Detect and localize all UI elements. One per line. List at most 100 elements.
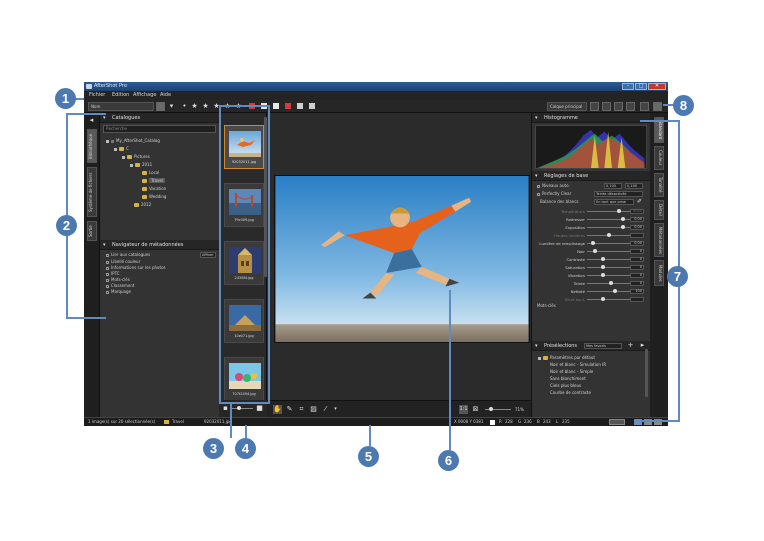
view-split-button[interactable]: [614, 102, 623, 111]
presets-filter-select[interactable]: Mes favoris: [584, 343, 622, 349]
flag-white-icon[interactable]: [273, 103, 279, 109]
layer-select[interactable]: Calque principal: [547, 102, 587, 111]
adjustment-knob[interactable]: [621, 217, 625, 221]
histogram-header[interactable]: ▾ Histogramme: [532, 113, 651, 123]
adjustment-slider-row[interactable]: Vibration 0: [535, 272, 647, 279]
adjustment-slider-row[interactable]: Netteté 100: [535, 288, 647, 295]
adjustment-knob[interactable]: [593, 249, 597, 253]
adjustment-knob[interactable]: [613, 289, 617, 293]
filter-icon[interactable]: ▾: [167, 102, 176, 111]
metadata-nav-header[interactable]: ▾ Navigateur de métadonnées: [100, 240, 219, 250]
adjustment-track[interactable]: [587, 299, 631, 300]
flag-clear-icon[interactable]: [309, 103, 315, 109]
retouch-icon[interactable]: ⁄: [321, 405, 330, 414]
adjustment-knob[interactable]: [591, 241, 595, 245]
view-compare-button[interactable]: [626, 102, 635, 111]
adjustment-slider-row[interactable]: Contraste 0: [535, 256, 647, 263]
adjustment-slider-row[interactable]: Noir 0: [535, 248, 647, 255]
tree-item-vacation[interactable]: Vacation: [142, 185, 166, 192]
adjustment-knob[interactable]: [601, 257, 605, 261]
minimize-button[interactable]: –: [622, 83, 634, 90]
brush-icon[interactable]: ✎: [285, 405, 294, 414]
adjustment-knob[interactable]: [601, 273, 605, 277]
zoom-fill-icon[interactable]: ⊠: [471, 405, 480, 414]
basic-adjustments-header[interactable]: ▾ Réglages de base: [532, 171, 651, 181]
menu-fichier[interactable]: Fichier: [89, 91, 105, 100]
adjustment-slider-row[interactable]: Température 5021: [535, 208, 647, 215]
crop-icon[interactable]: ⌗: [297, 405, 306, 414]
star-2-icon[interactable]: ★: [201, 102, 210, 111]
status-mode-button[interactable]: [609, 419, 625, 425]
adjustment-knob[interactable]: [607, 233, 611, 237]
tree-item-catalog[interactable]: My_AfterShot_Catalog: [106, 137, 160, 144]
sort-direction-button[interactable]: [156, 102, 165, 111]
meta-item-tagging[interactable]: Marquage: [106, 289, 131, 295]
adjustment-slider-row[interactable]: Saturation 0: [535, 264, 647, 271]
view-single-button[interactable]: [590, 102, 599, 111]
perfectly-clear-checkbox[interactable]: Perfectly Clear: [537, 191, 571, 197]
zoom-knob[interactable]: [489, 407, 493, 411]
preset-item[interactable]: Noir et blanc - Simple: [550, 369, 593, 375]
menu-affichage[interactable]: Affichage: [133, 91, 157, 100]
adjustment-knob[interactable]: [601, 265, 605, 269]
tree-item-c[interactable]: C: [114, 145, 129, 152]
adjustment-track[interactable]: [587, 267, 631, 268]
adjustment-slider-row[interactable]: Hautes lumières: [535, 232, 647, 239]
flag-reject-icon[interactable]: [285, 103, 291, 109]
adjustment-track[interactable]: [587, 275, 631, 276]
flag-compare-icon[interactable]: [297, 103, 303, 109]
menu-edition[interactable]: Edition: [112, 91, 129, 100]
tree-item-2012[interactable]: 2012: [134, 201, 151, 208]
preset-item[interactable]: Courbe de contraste: [550, 390, 591, 396]
adjustment-knob[interactable]: [609, 281, 613, 285]
adjustment-knob[interactable]: [617, 209, 621, 213]
auto-levels-checkbox[interactable]: Niveaux auto.: [537, 183, 570, 189]
menu-aide[interactable]: Aide: [160, 91, 171, 100]
preset-item[interactable]: Noir et blanc - Simulation IR: [550, 362, 606, 368]
adjustment-knob[interactable]: [601, 297, 605, 301]
adjustment-slider-row[interactable]: Teinte 0: [535, 280, 647, 287]
auto-levels-low-input[interactable]: 0,100: [604, 183, 622, 189]
pan-hand-icon[interactable]: ✋: [273, 405, 282, 414]
adjustment-knob[interactable]: [621, 225, 625, 229]
view-grid-button[interactable]: [602, 102, 611, 111]
adjustment-track[interactable]: [587, 291, 631, 292]
catalog-search-input[interactable]: Recherche: [103, 125, 216, 133]
adjustment-track[interactable]: [587, 259, 631, 260]
preset-item[interactable]: Sans blanchiment: [550, 376, 586, 382]
thumb-size-knob[interactable]: [237, 406, 241, 410]
tree-item-2011[interactable]: 2011: [130, 161, 152, 168]
white-balance-select[interactable]: En tant que prise: [594, 199, 634, 205]
adjustment-track[interactable]: [587, 211, 631, 212]
preset-folder-default[interactable]: Paramètres par défaut: [538, 354, 595, 361]
straighten-icon[interactable]: ▨: [309, 405, 318, 414]
refine-button[interactable]: Affiner: [200, 252, 216, 258]
adjustment-slider-row[interactable]: Bruit boul.: [535, 296, 647, 303]
rating-dot-icon[interactable]: •: [180, 102, 189, 111]
link-catalogs-checkbox[interactable]: Lier aux catalogues: [106, 252, 150, 258]
close-button[interactable]: ✕: [648, 83, 666, 90]
status-coords: X 0008 Y 0381: [454, 419, 484, 424]
thumb-size-slider[interactable]: [231, 408, 253, 409]
tool-menu-chevron-down-icon[interactable]: ▾: [331, 405, 340, 414]
catalogs-header[interactable]: ▾ Catalogues: [100, 113, 219, 123]
layout-button[interactable]: [653, 102, 662, 111]
tree-item-wedding[interactable]: Wedding: [142, 193, 166, 200]
maximize-button[interactable]: □: [635, 83, 647, 90]
zoom-fit-icon[interactable]: 1:1: [459, 405, 468, 414]
main-photo[interactable]: [274, 175, 530, 343]
adjustment-slider-row[interactable]: Exposition 0,00: [535, 224, 647, 231]
preset-item[interactable]: Ciels plus bleus: [550, 383, 581, 389]
fullscreen-button[interactable]: [640, 102, 649, 111]
adjustment-slider-row[interactable]: Redresser 0,00: [535, 216, 647, 223]
star-1-icon[interactable]: ★: [190, 102, 199, 111]
tree-item-pictures[interactable]: Pictures: [122, 153, 150, 160]
thumb-large-icon[interactable]: ■: [255, 404, 264, 413]
tree-item-travel[interactable]: Travel: [142, 177, 165, 184]
add-preset-icon[interactable]: +: [626, 341, 635, 350]
tree-item-local[interactable]: Local: [142, 169, 159, 176]
adjustment-slider-row[interactable]: Lumière de remplissage 0,00: [535, 240, 647, 247]
sort-select[interactable]: Nom: [88, 102, 154, 111]
thumb-small-icon[interactable]: ▪: [221, 404, 230, 413]
histogram-chart: [535, 125, 647, 169]
